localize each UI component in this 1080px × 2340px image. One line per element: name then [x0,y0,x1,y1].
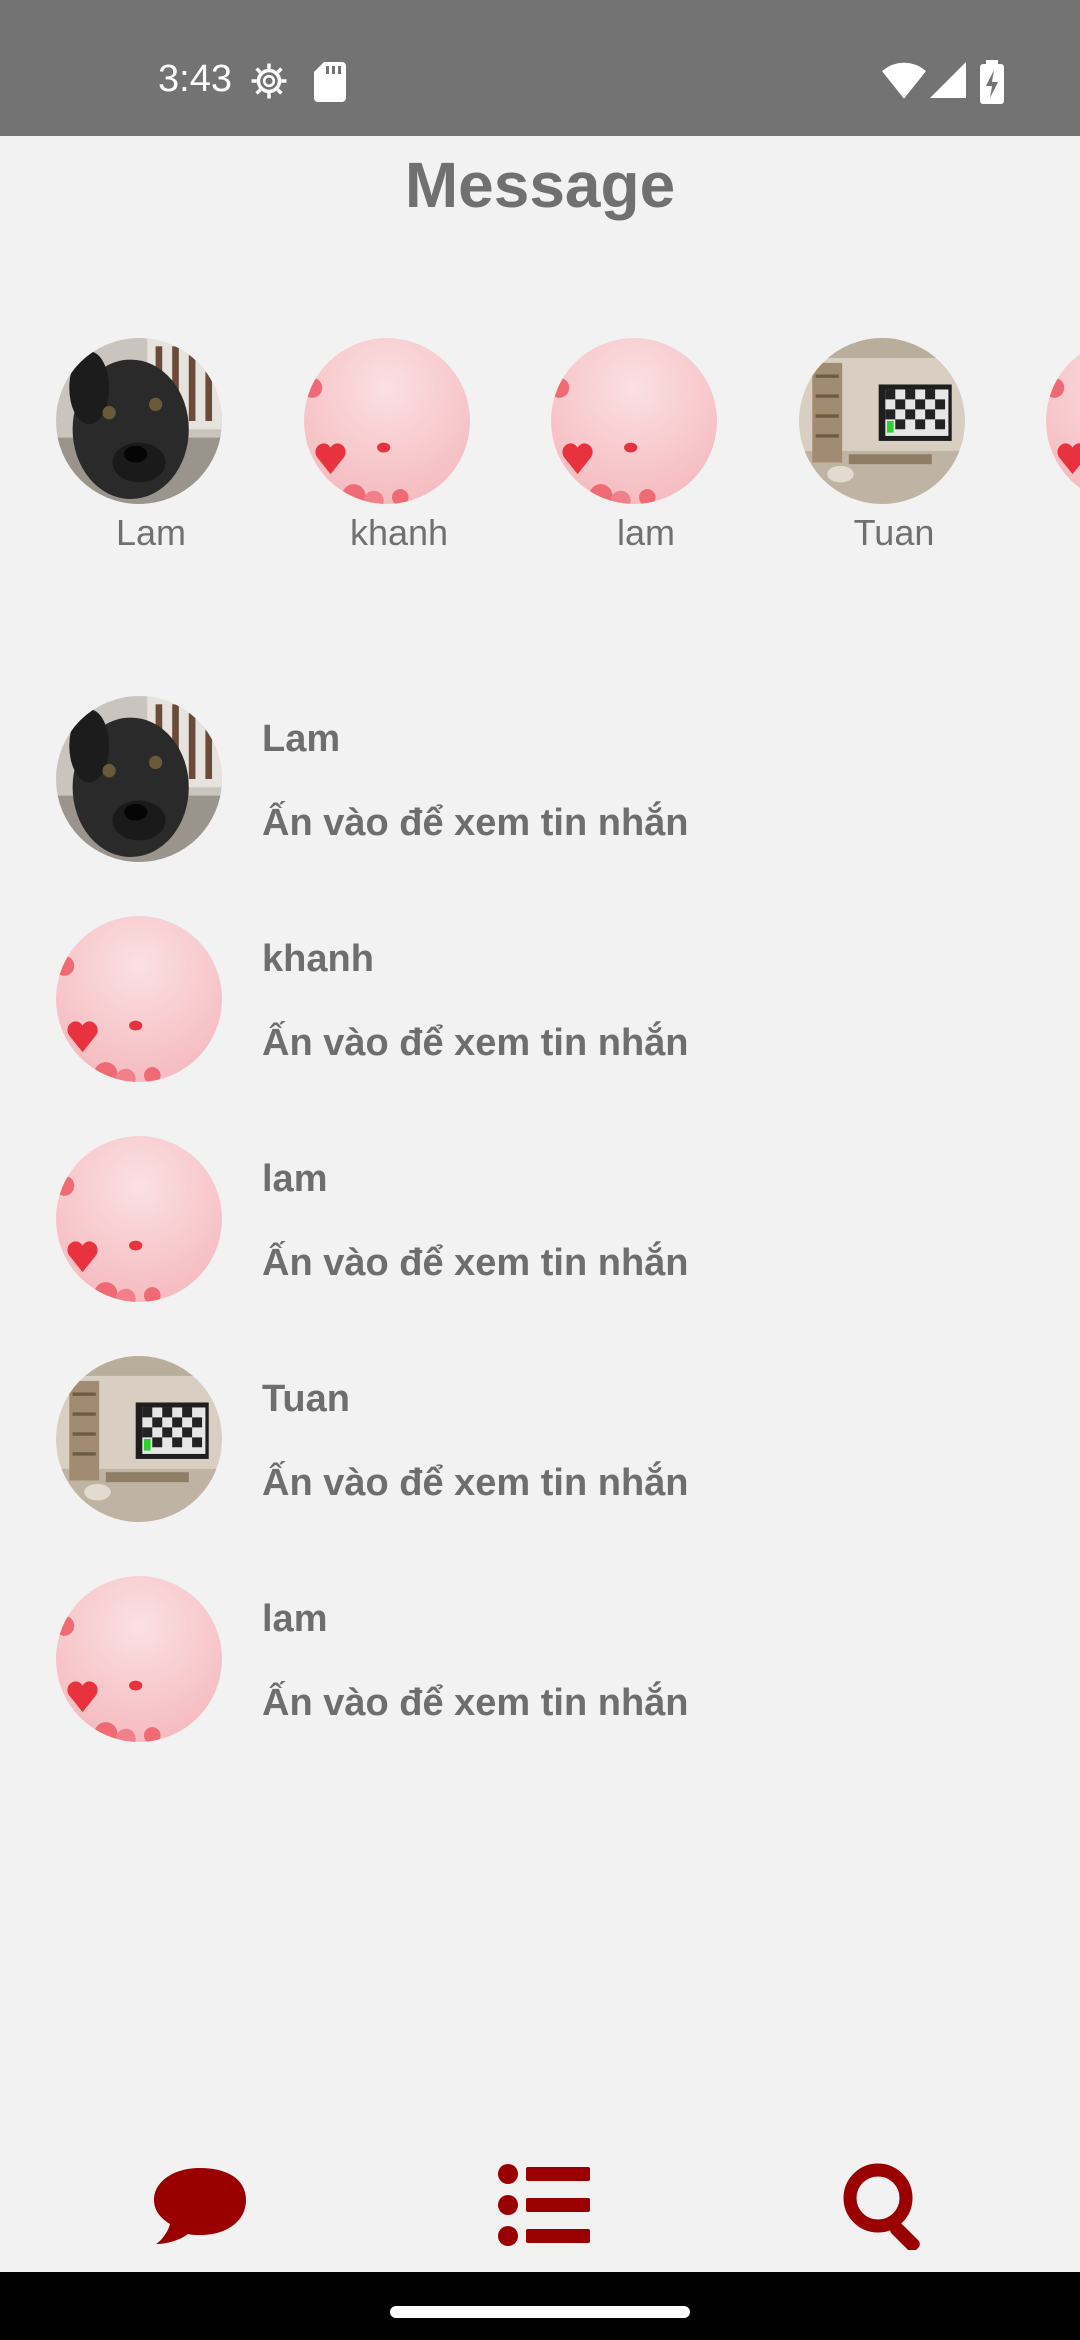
conversation-name: lam [262,1598,328,1640]
story-name: Tuan [853,512,935,553]
avatar [56,1576,222,1742]
screen: 3:43 Message Lam khanh lam Tuan Lam Ấn v… [0,0,1080,2340]
conversation-name: Tuan [262,1378,350,1420]
conversation-item[interactable]: khanh Ấn vào để xem tin nhắn [0,916,1080,1082]
signal-icon [930,62,966,100]
sd-card-icon [314,62,346,102]
avatar [56,1356,222,1522]
gesture-bar [0,2272,1080,2340]
stories-row[interactable]: Lam khanh lam Tuan [0,338,1080,568]
conversation-name: Lam [262,718,341,760]
list-icon [494,2164,594,2254]
conversation-preview: Ấn vào để xem tin nhắn [262,802,689,844]
conversation-preview: Ấn vào để xem tin nhắn [262,1242,689,1284]
wifi-icon [882,62,926,100]
conversation-preview: Ấn vào để xem tin nhắn [262,1022,689,1064]
avatar [1046,338,1080,504]
nav-messages-button[interactable] [150,2160,250,2250]
story-name: khanh [349,512,449,553]
avatar [56,916,222,1082]
story-item[interactable]: khanh [304,338,504,554]
conversation-preview: Ấn vào để xem tin nhắn [262,1682,689,1724]
bottom-nav [0,2160,1080,2272]
page-title: Message [404,149,676,221]
avatar [551,338,717,504]
conversation-name: khanh [262,938,374,980]
conversation-item[interactable]: Lam Ấn vào để xem tin nhắn [0,696,1080,862]
nav-search-button[interactable] [836,2160,936,2252]
avatar [56,696,222,862]
nav-list-button[interactable] [494,2160,594,2250]
gear-icon [248,60,290,102]
avatar [56,1136,222,1302]
status-bar: 3:43 [0,0,1080,136]
story-item[interactable]: Lam [56,338,256,554]
avatar [304,338,470,504]
story-item[interactable] [1046,338,1080,512]
search-icon [836,2163,936,2254]
battery-icon [980,60,1004,104]
story-name: Lam [115,512,187,553]
conversation-preview: Ấn vào để xem tin nhắn [262,1462,689,1504]
home-gesture-handle[interactable] [390,2306,690,2318]
conversation-item[interactable]: Tuan Ấn vào để xem tin nhắn [0,1356,1080,1522]
status-time: 3:43 [158,58,232,100]
conversation-item[interactable]: lam Ấn vào để xem tin nhắn [0,1576,1080,1742]
story-item[interactable]: Tuan [799,338,999,554]
chat-bubble-icon [150,2168,250,2254]
avatar [56,338,222,504]
conversation-item[interactable]: lam Ấn vào để xem tin nhắn [0,1136,1080,1302]
story-name: lam [616,512,675,553]
avatar [799,338,965,504]
conversation-name: lam [262,1158,328,1200]
story-item[interactable]: lam [551,338,751,554]
